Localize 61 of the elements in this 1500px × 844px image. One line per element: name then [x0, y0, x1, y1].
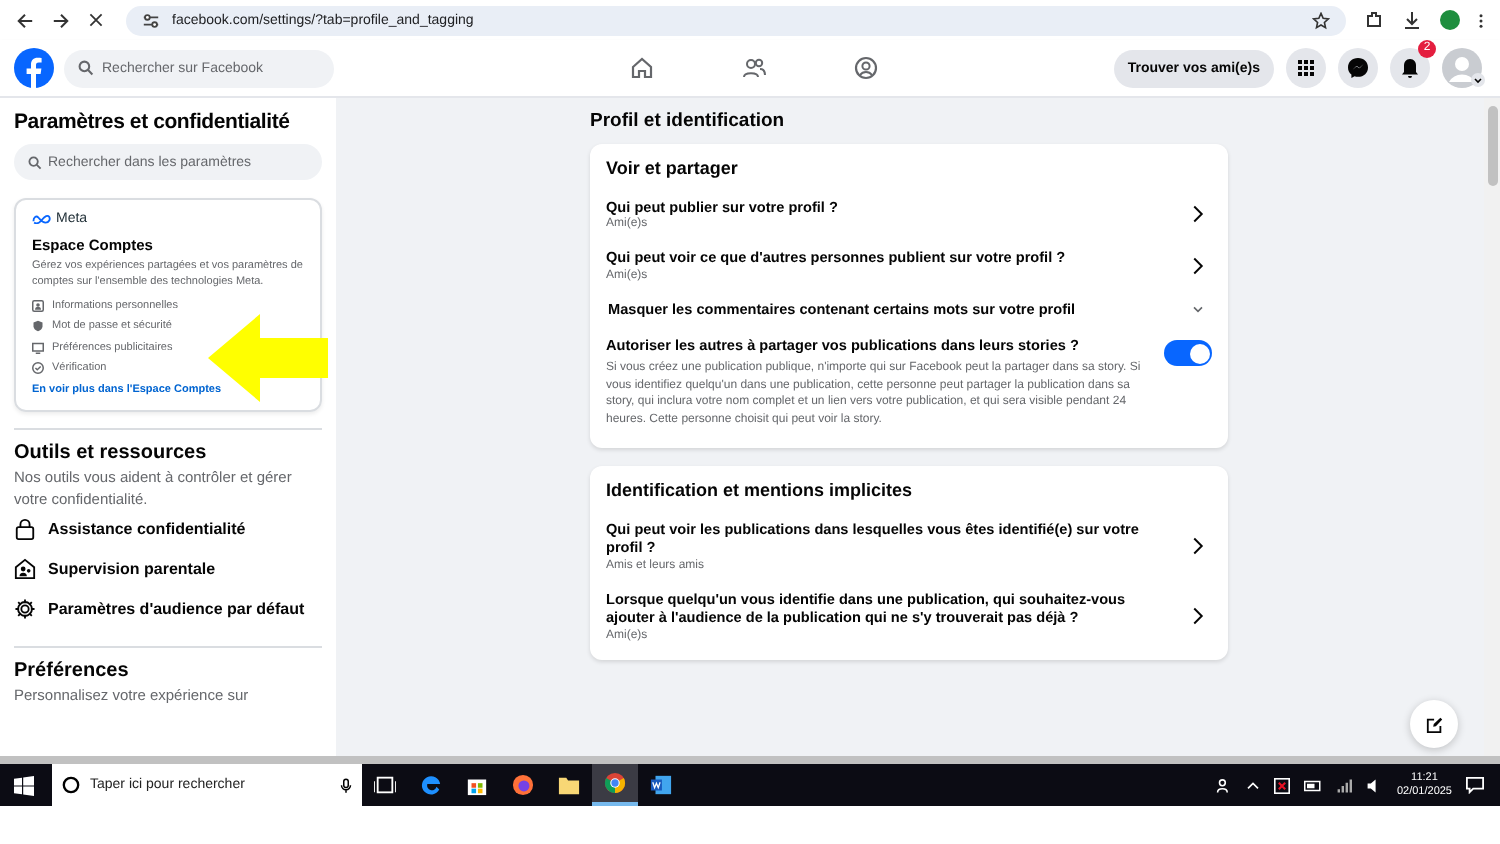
notifications-icon[interactable]	[1390, 48, 1430, 88]
facebook-logo-icon[interactable]	[14, 48, 54, 88]
edit-icon	[1425, 715, 1443, 733]
friends-icon[interactable]	[742, 56, 766, 80]
task-view-icon	[374, 774, 396, 796]
monitor-icon	[32, 341, 44, 354]
shield-icon	[32, 320, 44, 333]
section-title: Voir et partager	[606, 158, 740, 178]
search-icon	[78, 60, 94, 76]
windows-start-icon[interactable]	[14, 775, 34, 795]
people-icon[interactable]	[1216, 777, 1233, 793]
back-arrow-icon[interactable]	[16, 11, 34, 29]
vertical-scrollbar[interactable]	[1484, 98, 1500, 756]
chevron-up-icon[interactable]	[1246, 780, 1261, 790]
taskbar-app[interactable]	[592, 764, 638, 806]
menu-grid-icon[interactable]	[1286, 48, 1326, 88]
tools-item[interactable]: Supervision parentale	[14, 549, 322, 590]
shopping-bag-icon	[466, 774, 488, 796]
chevron-right-icon	[1192, 535, 1204, 556]
star-icon[interactable]	[1312, 11, 1330, 29]
forward-arrow-icon[interactable]	[52, 11, 70, 29]
chrome-circle-icon	[604, 772, 626, 794]
section-title: Identification et mentions implicites	[606, 479, 915, 500]
family-icon	[14, 558, 36, 581]
check-circle-icon	[32, 362, 44, 375]
gear-icon	[14, 598, 36, 621]
extensions-icon[interactable]	[1364, 10, 1384, 30]
microphone-icon[interactable]	[340, 777, 352, 793]
close-icon[interactable]	[88, 12, 104, 28]
page-title: Profil et identification	[590, 110, 787, 132]
download-icon[interactable]	[1402, 10, 1422, 30]
messenger-icon[interactable]	[1338, 48, 1378, 88]
id-card-icon	[32, 299, 44, 312]
toggle-switch[interactable]	[1164, 340, 1212, 367]
chevron-right-icon	[1192, 204, 1204, 225]
document-w-icon	[650, 774, 672, 796]
horizontal-scrollbar[interactable]	[0, 756, 1500, 764]
network-icon[interactable]	[1336, 777, 1353, 793]
compose-button[interactable]	[1410, 700, 1458, 748]
notification-center-icon[interactable]	[1466, 776, 1484, 794]
browser-e-icon	[420, 774, 442, 796]
tools-title: Outils et ressources	[14, 442, 209, 465]
security-icon[interactable]	[1274, 777, 1291, 793]
lock-icon	[14, 518, 36, 541]
cortana-circle-icon	[62, 776, 80, 794]
tools-item[interactable]: Paramètres d'audience par défaut	[14, 589, 322, 630]
profile-avatar-icon[interactable]	[1440, 10, 1460, 30]
home-icon[interactable]	[630, 56, 654, 80]
battery-icon[interactable]	[1304, 779, 1323, 791]
chevron-down-icon[interactable]	[1192, 305, 1204, 314]
more-icon[interactable]	[1478, 11, 1484, 29]
preferences-title: Préférences	[14, 659, 131, 682]
profile-circle-icon[interactable]	[854, 56, 878, 80]
chevron-right-icon	[1192, 255, 1204, 276]
search-icon	[28, 155, 42, 169]
folder-icon	[558, 774, 580, 796]
chevron-right-icon	[1192, 605, 1204, 626]
site-settings-icon[interactable]	[142, 11, 160, 29]
sidebar-title: Paramètres et confidentialité	[14, 110, 292, 134]
tools-item[interactable]: Assistance confidentialité	[14, 509, 322, 550]
meta-logo-icon	[32, 214, 52, 224]
